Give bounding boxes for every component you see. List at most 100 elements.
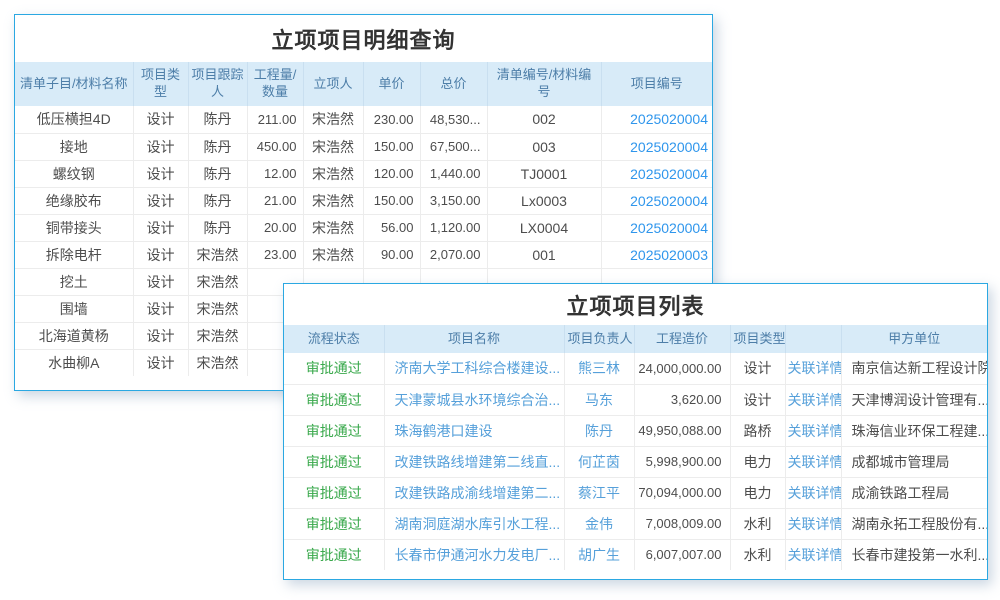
column-header: 流程状态 (284, 325, 384, 353)
project-cost-cell: 7,008,009.00 (634, 508, 730, 539)
project-name-link[interactable]: 改建铁路成渝线增建第二... (384, 477, 564, 508)
column-header: 总价 (420, 62, 487, 106)
project-type-cell: 水利 (730, 508, 785, 539)
table-row: 审批通过珠海鹤港口建设陈丹49,950,088.00路桥关联详情珠海信业环保工程… (284, 415, 987, 446)
project-name-link[interactable]: 珠海鹤港口建设 (384, 415, 564, 446)
person-link[interactable]: 何芷茵 (564, 446, 634, 477)
column-header: 项目类型 (730, 325, 785, 353)
project-cost-cell: 49,950,088.00 (634, 415, 730, 446)
tracker-cell: 宋浩然 (188, 241, 247, 268)
table-row: 低压横担4D设计陈丹211.00宋浩然230.0048,530...002202… (15, 106, 712, 133)
project-code-link[interactable]: 2025020003 (601, 241, 712, 268)
detail-link[interactable]: 关联详情 (785, 384, 841, 415)
person-link[interactable]: 熊三林 (564, 353, 634, 384)
detail-link[interactable]: 关联详情 (785, 353, 841, 384)
material-name-cell: 拆除电杆 (15, 241, 133, 268)
tracker-cell: 陈丹 (188, 133, 247, 160)
item-code-cell: 001 (487, 241, 601, 268)
column-header: 立项人 (303, 62, 363, 106)
table-row: 审批通过长春市伊通河水力发电厂...胡广生6,007,007.00水利关联详情长… (284, 539, 987, 570)
project-list-window: 立项项目列表 流程状态项目名称项目负责人工程造价项目类型甲方单位 审批通过济南大… (283, 283, 988, 580)
tracker-cell: 宋浩然 (188, 268, 247, 295)
quantity-cell: 21.00 (247, 187, 303, 214)
table-row: 审批通过济南大学工科综合楼建设...熊三林24,000,000.00设计关联详情… (284, 353, 987, 384)
detail-link[interactable]: 关联详情 (785, 477, 841, 508)
column-header: 项目编号 (601, 62, 712, 106)
column-header: 项目类型 (133, 62, 188, 106)
project-code-link[interactable]: 2025020004 (601, 214, 712, 241)
detail-link[interactable]: 关联详情 (785, 415, 841, 446)
client-unit-cell: 成渝铁路工程局 (841, 477, 987, 508)
detail-link[interactable]: 关联详情 (785, 539, 841, 570)
person-link[interactable]: 蔡江平 (564, 477, 634, 508)
material-name-cell: 螺纹钢 (15, 160, 133, 187)
column-header: 项目跟踪人 (188, 62, 247, 106)
quantity-cell: 23.00 (247, 241, 303, 268)
person-link[interactable]: 陈丹 (564, 415, 634, 446)
status-cell: 审批通过 (284, 477, 384, 508)
project-type-cell: 设计 (133, 106, 188, 133)
column-header: 项目负责人 (564, 325, 634, 353)
client-unit-cell: 天津博润设计管理有... (841, 384, 987, 415)
tracker-cell: 陈丹 (188, 187, 247, 214)
list-table-title: 立项项目列表 (284, 284, 987, 325)
item-code-cell: 002 (487, 106, 601, 133)
project-type-cell: 设计 (133, 268, 188, 295)
initiator-cell: 宋浩然 (303, 241, 363, 268)
initiator-cell: 宋浩然 (303, 133, 363, 160)
project-cost-cell: 3,620.00 (634, 384, 730, 415)
client-unit-cell: 南京信达新工程设计院 (841, 353, 987, 384)
project-name-link[interactable]: 湖南洞庭湖水库引水工程... (384, 508, 564, 539)
project-code-link[interactable]: 2025020004 (601, 187, 712, 214)
unit-price-cell: 56.00 (363, 214, 420, 241)
table-row: 接地设计陈丹450.00宋浩然150.0067,500...0032025020… (15, 133, 712, 160)
tracker-cell: 宋浩然 (188, 295, 247, 322)
project-name-link[interactable]: 改建铁路线增建第二线直... (384, 446, 564, 477)
list-table: 流程状态项目名称项目负责人工程造价项目类型甲方单位 审批通过济南大学工科综合楼建… (284, 325, 987, 570)
project-type-cell: 设计 (730, 353, 785, 384)
total-price-cell: 1,120.00 (420, 214, 487, 241)
total-price-cell: 3,150.00 (420, 187, 487, 214)
material-name-cell: 低压横担4D (15, 106, 133, 133)
quantity-cell: 20.00 (247, 214, 303, 241)
total-price-cell: 1,440.00 (420, 160, 487, 187)
client-unit-cell: 长春市建投第一水利... (841, 539, 987, 570)
project-name-link[interactable]: 济南大学工科综合楼建设... (384, 353, 564, 384)
detail-table-header: 清单子目/材料名称项目类型项目跟踪人工程量/数量立项人单价总价清单编号/材料编号… (15, 62, 712, 106)
project-name-link[interactable]: 长春市伊通河水力发电厂... (384, 539, 564, 570)
person-link[interactable]: 马东 (564, 384, 634, 415)
column-header: 甲方单位 (841, 325, 987, 353)
total-price-cell: 67,500... (420, 133, 487, 160)
project-type-cell: 设计 (133, 133, 188, 160)
project-type-cell: 电力 (730, 446, 785, 477)
table-row: 审批通过改建铁路成渝线增建第二...蔡江平70,094,000.00电力关联详情… (284, 477, 987, 508)
initiator-cell: 宋浩然 (303, 214, 363, 241)
project-code-link[interactable]: 2025020004 (601, 160, 712, 187)
project-type-cell: 路桥 (730, 415, 785, 446)
material-name-cell: 围墙 (15, 295, 133, 322)
tracker-cell: 陈丹 (188, 214, 247, 241)
table-row: 审批通过湖南洞庭湖水库引水工程...金伟7,008,009.00水利关联详情湖南… (284, 508, 987, 539)
status-cell: 审批通过 (284, 384, 384, 415)
table-row: 铜带接头设计陈丹20.00宋浩然56.001,120.00LX000420250… (15, 214, 712, 241)
material-name-cell: 接地 (15, 133, 133, 160)
person-link[interactable]: 金伟 (564, 508, 634, 539)
project-code-link[interactable]: 2025020004 (601, 106, 712, 133)
column-header: 项目名称 (384, 325, 564, 353)
header-row: 清单子目/材料名称项目类型项目跟踪人工程量/数量立项人单价总价清单编号/材料编号… (15, 62, 712, 106)
client-unit-cell: 珠海信业环保工程建... (841, 415, 987, 446)
project-name-link[interactable]: 天津蒙城县水环境综合治... (384, 384, 564, 415)
project-code-link[interactable]: 2025020004 (601, 133, 712, 160)
table-row: 绝缘胶布设计陈丹21.00宋浩然150.003,150.00Lx00032025… (15, 187, 712, 214)
total-price-cell: 2,070.00 (420, 241, 487, 268)
client-unit-cell: 湖南永拓工程股份有... (841, 508, 987, 539)
tracker-cell: 宋浩然 (188, 349, 247, 376)
person-link[interactable]: 胡广生 (564, 539, 634, 570)
detail-link[interactable]: 关联详情 (785, 446, 841, 477)
column-header: 清单编号/材料编号 (487, 62, 601, 106)
quantity-cell: 12.00 (247, 160, 303, 187)
detail-link[interactable]: 关联详情 (785, 508, 841, 539)
status-cell: 审批通过 (284, 446, 384, 477)
material-name-cell: 挖土 (15, 268, 133, 295)
column-header: 清单子目/材料名称 (15, 62, 133, 106)
